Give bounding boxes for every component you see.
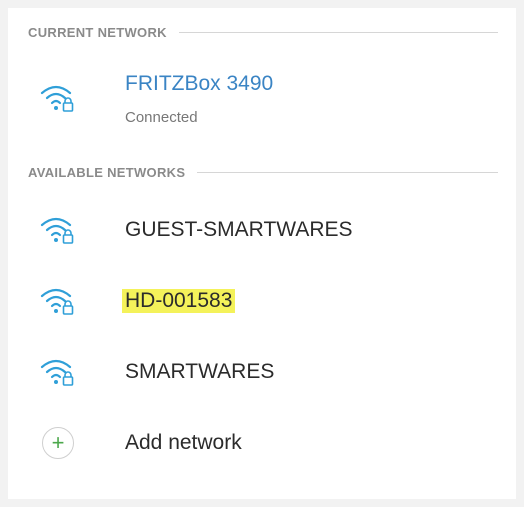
plus-icon: + bbox=[42, 427, 74, 459]
add-network-button[interactable]: + Add network bbox=[8, 413, 516, 473]
network-name: SMARTWARES bbox=[125, 360, 275, 383]
current-network-status: Connected bbox=[125, 109, 198, 126]
network-item-guest-smartwares[interactable]: GUEST-SMARTWARES bbox=[8, 200, 516, 260]
wifi-network-list: CURRENT NETWORK FRITZBox 3490 Connected … bbox=[8, 8, 516, 499]
divider bbox=[197, 171, 498, 173]
wifi-lock-icon bbox=[38, 352, 78, 392]
current-network-header: CURRENT NETWORK bbox=[28, 22, 498, 42]
wifi-lock-icon bbox=[38, 210, 78, 250]
current-network-item[interactable]: FRITZBox 3490 Connected bbox=[8, 52, 516, 132]
available-networks-header: AVAILABLE NETWORKS bbox=[28, 162, 498, 182]
wifi-lock-icon bbox=[38, 281, 78, 321]
network-item-smartwares[interactable]: SMARTWARES bbox=[8, 342, 516, 402]
wifi-lock-icon bbox=[38, 78, 78, 118]
network-item-hd-001583[interactable]: HD-001583 bbox=[8, 271, 516, 331]
current-network-label: CURRENT NETWORK bbox=[28, 24, 167, 40]
plus-icon-wrapper: + bbox=[38, 423, 78, 463]
current-network-name: FRITZBox 3490 bbox=[125, 72, 274, 95]
network-name: HD-001583 bbox=[122, 289, 236, 313]
divider bbox=[178, 31, 498, 33]
available-networks-label: AVAILABLE NETWORKS bbox=[28, 164, 186, 180]
network-name: GUEST-SMARTWARES bbox=[125, 218, 353, 241]
add-network-label: Add network bbox=[125, 431, 242, 454]
